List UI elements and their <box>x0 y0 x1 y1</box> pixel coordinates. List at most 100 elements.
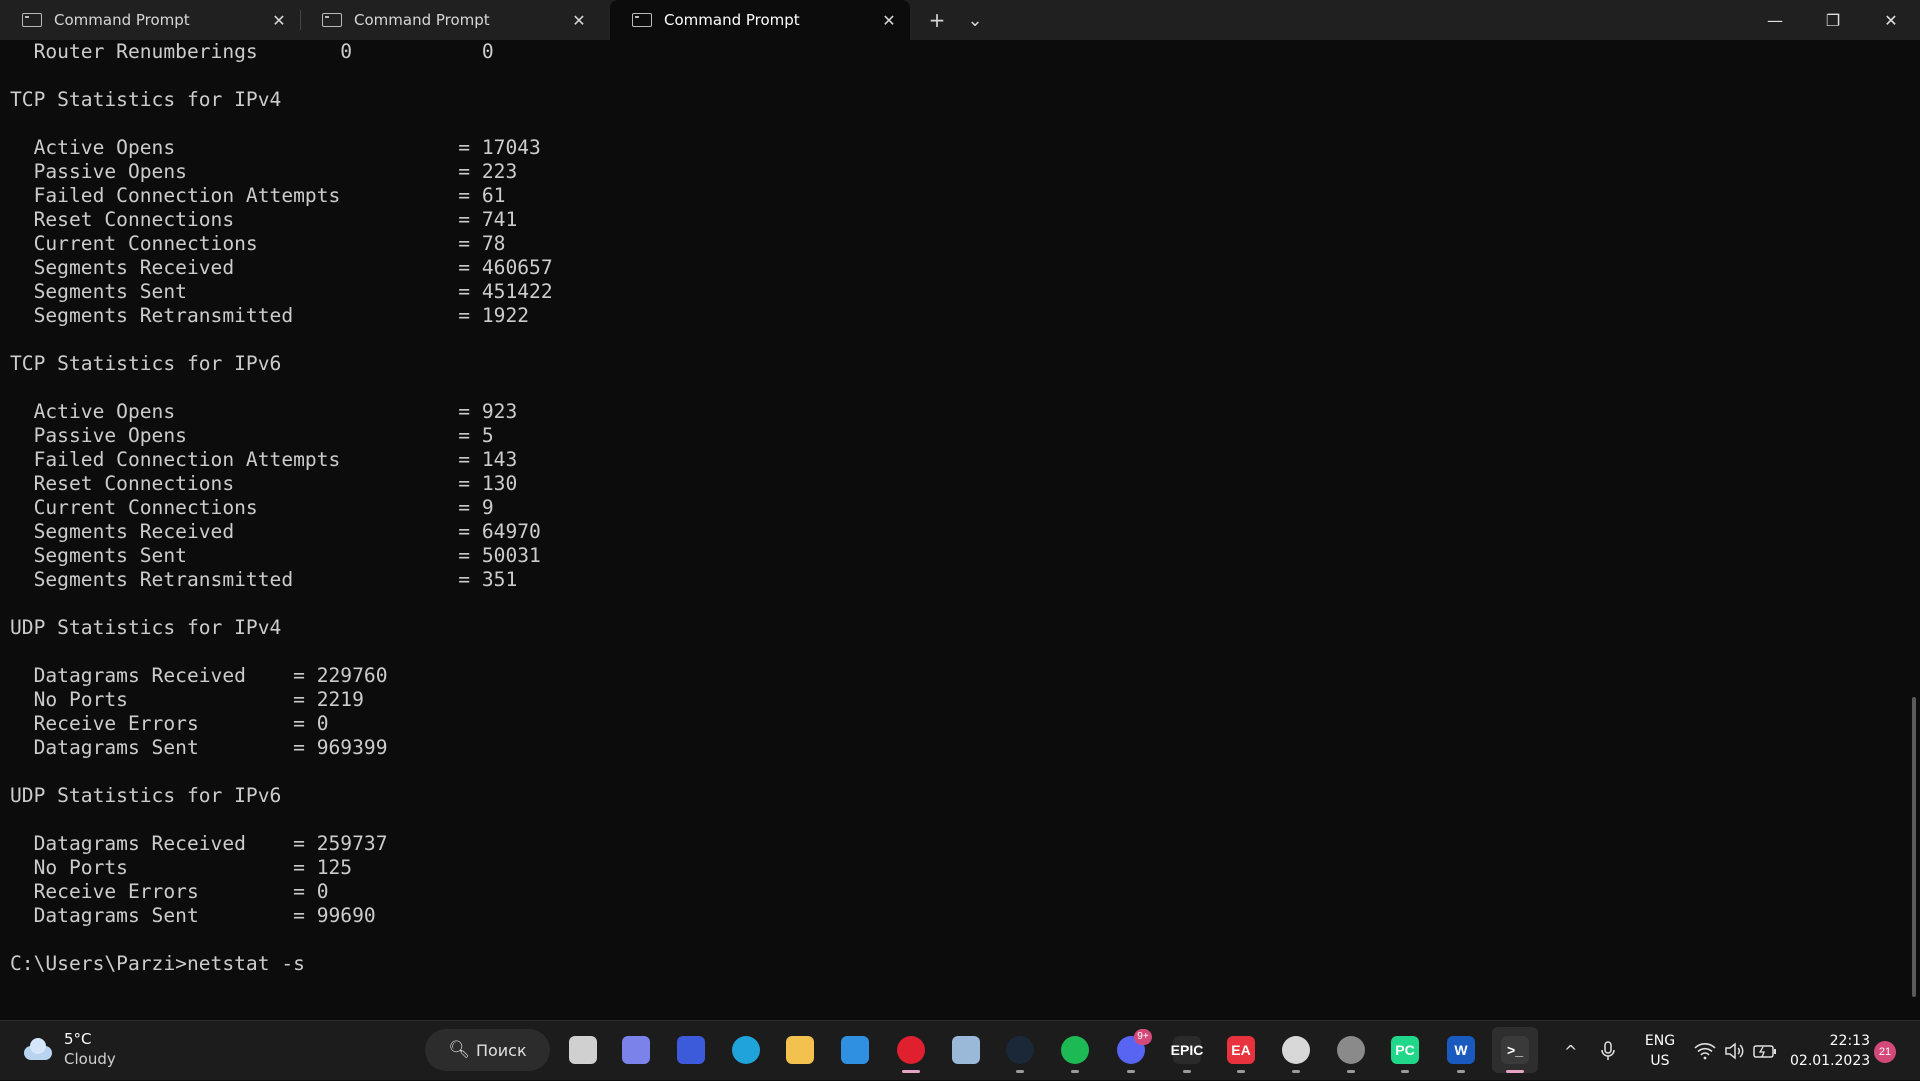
epic-games-taskbar-button[interactable]: EPIC <box>1164 1027 1210 1073</box>
microphone-icon[interactable] <box>1600 1021 1616 1081</box>
show-hidden-icons-button[interactable]: ^ <box>1564 1021 1577 1081</box>
opera-taskbar-button[interactable] <box>888 1027 934 1073</box>
terminal-line: Segments Retransmitted = 1922 <box>10 304 530 327</box>
tab-command-prompt-2[interactable]: Command Prompt ✕ <box>300 0 600 40</box>
spotify-taskbar-button[interactable] <box>1052 1027 1098 1073</box>
teams-chat-taskbar-button[interactable] <box>613 1027 659 1073</box>
weather-condition: Cloudy <box>64 1050 116 1068</box>
taskbar: 5°C Cloudy 9+ EPIC EA PC W >_ 🔍︎ Поиск ^ ENG … <box>0 1020 1920 1080</box>
discord-taskbar-button[interactable]: 9+ <box>1108 1027 1154 1073</box>
restore-button[interactable]: ❐ <box>1804 0 1862 40</box>
terminal-line: Router Renumberings 0 0 <box>10 40 494 63</box>
cmd-icon <box>632 13 652 27</box>
search-icon: 🔍︎ <box>448 1040 470 1060</box>
clock-time: 22:13 <box>1829 1033 1870 1049</box>
ubisoft-icon <box>1282 1036 1310 1064</box>
tab-dropdown-button[interactable]: ⌄ <box>958 4 992 36</box>
tab-command-prompt-1[interactable]: Command Prompt ✕ <box>0 0 300 40</box>
running-indicator <box>1183 1070 1191 1073</box>
ea-app-taskbar-button[interactable]: EA <box>1218 1027 1264 1073</box>
tab-label: Command Prompt <box>354 11 490 29</box>
running-indicator <box>1016 1070 1024 1073</box>
file-explorer-taskbar-button[interactable] <box>777 1027 823 1073</box>
notification-badge[interactable]: 21 <box>1874 1041 1896 1063</box>
close-icon[interactable]: ✕ <box>874 5 904 35</box>
tab-label: Command Prompt <box>664 11 800 29</box>
terminal-line: Active Opens = 17043 <box>10 136 541 159</box>
terminal-scrollbar[interactable] <box>1912 697 1916 997</box>
search-button[interactable]: 🔍︎ Поиск <box>425 1029 550 1071</box>
keyboard-region: US <box>1650 1053 1670 1069</box>
running-indicator <box>902 1070 920 1073</box>
photos-icon <box>952 1036 980 1064</box>
mail-taskbar-button[interactable] <box>832 1027 878 1073</box>
terminal-line: Segments Sent = 451422 <box>10 280 553 303</box>
terminal-line: Segments Received = 460657 <box>10 256 553 279</box>
terminal-line: Reset Connections = 741 <box>10 208 518 231</box>
clock-date: 02.01.2023 <box>1790 1053 1871 1069</box>
search-label: Поиск <box>475 1040 527 1060</box>
terminal-line: Datagrams Received = 259737 <box>10 832 388 855</box>
tab-label: Command Prompt <box>54 11 190 29</box>
windows-start-taskbar-button[interactable] <box>370 1027 416 1073</box>
word-icon: W <box>1447 1036 1475 1064</box>
settings-taskbar-button[interactable] <box>1328 1027 1374 1073</box>
minimize-button[interactable]: — <box>1746 0 1804 40</box>
close-window-button[interactable]: ✕ <box>1862 0 1920 40</box>
file-explorer-icon <box>786 1036 814 1064</box>
app-blue-icon <box>677 1036 705 1064</box>
photos-taskbar-button[interactable] <box>943 1027 989 1073</box>
terminal-line: UDP Statistics for IPv4 <box>10 616 282 639</box>
ea-app-icon: EA <box>1227 1036 1255 1064</box>
opera-icon <box>897 1036 925 1064</box>
word-taskbar-button[interactable]: W <box>1438 1027 1484 1073</box>
new-tab-button[interactable]: + <box>920 4 954 36</box>
app-blue-taskbar-button[interactable] <box>668 1027 714 1073</box>
close-icon[interactable]: ✕ <box>264 5 294 35</box>
battery-icon[interactable] <box>1753 1021 1777 1081</box>
tab-command-prompt-3-active[interactable]: Command Prompt ✕ <box>610 0 910 40</box>
discord-badge: 9+ <box>1134 1029 1152 1045</box>
running-indicator <box>1347 1070 1355 1073</box>
spotify-icon <box>1061 1036 1089 1064</box>
terminal-line: No Ports = 125 <box>10 856 353 879</box>
close-icon[interactable]: ✕ <box>564 5 594 35</box>
running-indicator <box>1071 1070 1079 1073</box>
steam-icon <box>1006 1036 1034 1064</box>
task-view-taskbar-button[interactable] <box>560 1027 606 1073</box>
terminal-line: Current Connections = 9 <box>10 496 494 519</box>
settings-icon <box>1337 1036 1365 1064</box>
terminal-line: Segments Retransmitted = 351 <box>10 568 518 591</box>
pycharm-taskbar-button[interactable]: PC <box>1382 1027 1428 1073</box>
epic-games-icon: EPIC <box>1171 1036 1203 1064</box>
cloud-icon <box>20 1038 54 1060</box>
terminal-line: Current Connections = 78 <box>10 232 506 255</box>
terminal-taskbar-button[interactable]: >_ <box>1492 1027 1538 1073</box>
terminal-output[interactable]: Router Renumberings 0 0 TCP Statistics fo… <box>0 40 1906 1000</box>
weather-widget[interactable]: 5°C Cloudy <box>20 1029 116 1069</box>
cmd-icon <box>322 13 342 27</box>
terminal-line: Segments Received = 64970 <box>10 520 541 543</box>
terminal-line: Passive Opens = 223 <box>10 160 518 183</box>
steam-taskbar-button[interactable] <box>997 1027 1043 1073</box>
teams-chat-icon <box>622 1036 650 1064</box>
wifi-icon[interactable] <box>1694 1021 1716 1081</box>
terminal-line: Segments Sent = 50031 <box>10 544 541 567</box>
edge-taskbar-button[interactable] <box>723 1027 769 1073</box>
ubisoft-taskbar-button[interactable] <box>1273 1027 1319 1073</box>
clock[interactable]: 22:13 02.01.2023 <box>1790 1031 1870 1071</box>
terminal-line: TCP Statistics for IPv6 <box>10 352 282 375</box>
terminal-line: TCP Statistics for IPv4 <box>10 88 282 111</box>
terminal-line: Active Opens = 923 <box>10 400 518 423</box>
volume-icon[interactable] <box>1724 1021 1744 1081</box>
weather-temperature: 5°C <box>64 1030 92 1048</box>
mail-icon <box>841 1036 869 1064</box>
language-indicator[interactable]: ENG US <box>1640 1031 1680 1071</box>
